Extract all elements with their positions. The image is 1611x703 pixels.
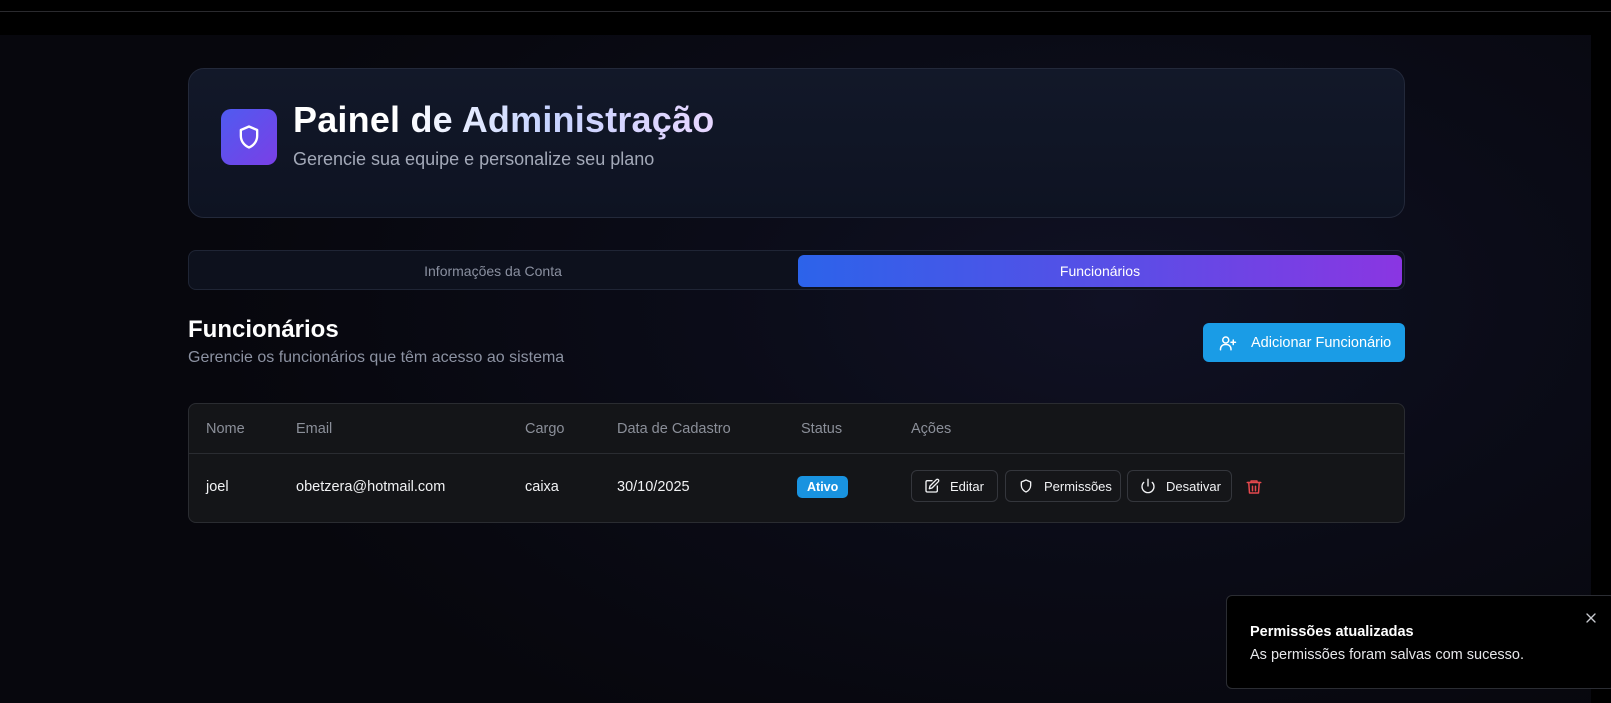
- toast-description: As permissões foram salvas com sucesso.: [1250, 647, 1524, 663]
- power-icon: [1140, 478, 1156, 494]
- user-plus-icon: [1219, 334, 1237, 352]
- tab-account-info[interactable]: Informações da Conta: [193, 255, 793, 287]
- cell-created: 30/10/2025: [617, 479, 690, 495]
- shield-icon: [235, 123, 263, 151]
- shield-icon: [1018, 478, 1034, 494]
- page-subtitle: Gerencie sua equipe e personalize seu pl…: [293, 149, 655, 169]
- cell-role: caixa: [525, 479, 559, 495]
- admin-header-card: Painel de Administração Gerencie sua equ…: [188, 68, 1405, 218]
- edit-button[interactable]: Editar: [911, 470, 998, 502]
- column-header-name: Nome: [206, 421, 245, 437]
- column-header-status: Status: [801, 421, 843, 437]
- table-header: Nome Email Cargo Data de Cadastro Status…: [189, 404, 1404, 454]
- toast-title: Permissões atualizadas: [1250, 624, 1414, 640]
- top-bar: [0, 0, 1611, 12]
- toast-notification: Permissões atualizadas As permissões for…: [1226, 595, 1611, 689]
- permissions-button[interactable]: Permissões: [1005, 470, 1121, 502]
- close-icon[interactable]: [1583, 610, 1599, 626]
- permissions-label: Permissões: [1044, 478, 1112, 494]
- employees-table: Nome Email Cargo Data de Cadastro Status…: [188, 403, 1405, 523]
- column-header-role: Cargo: [525, 421, 565, 437]
- deactivate-button[interactable]: Desativar: [1127, 470, 1232, 502]
- cell-name: joel: [206, 479, 229, 495]
- add-employee-label: Adicionar Funcionário: [1251, 334, 1392, 351]
- column-header-email: Email: [296, 421, 333, 437]
- add-employee-button[interactable]: Adicionar Funcionário: [1203, 323, 1405, 362]
- tab-employees[interactable]: Funcionários: [798, 255, 1402, 287]
- edit-label: Editar: [950, 478, 984, 494]
- trash-icon[interactable]: [1245, 478, 1263, 496]
- table-row: joel obetzera@hotmail.com caixa 30/10/20…: [189, 454, 1404, 523]
- tab-bar: Informações da Conta Funcionários: [188, 250, 1405, 290]
- column-header-created: Data de Cadastro: [617, 421, 731, 437]
- status-badge: Ativo: [797, 476, 849, 498]
- admin-logo: [221, 109, 277, 165]
- edit-icon: [924, 478, 940, 494]
- section-subtitle: Gerencie os funcionários que têm acesso …: [188, 349, 565, 366]
- column-header-actions: Ações: [911, 421, 952, 437]
- page-title: Painel de Administração: [293, 99, 715, 140]
- deactivate-label: Desativar: [1166, 478, 1221, 494]
- section-title: Funcionários: [188, 316, 339, 343]
- cell-email: obetzera@hotmail.com: [296, 479, 446, 495]
